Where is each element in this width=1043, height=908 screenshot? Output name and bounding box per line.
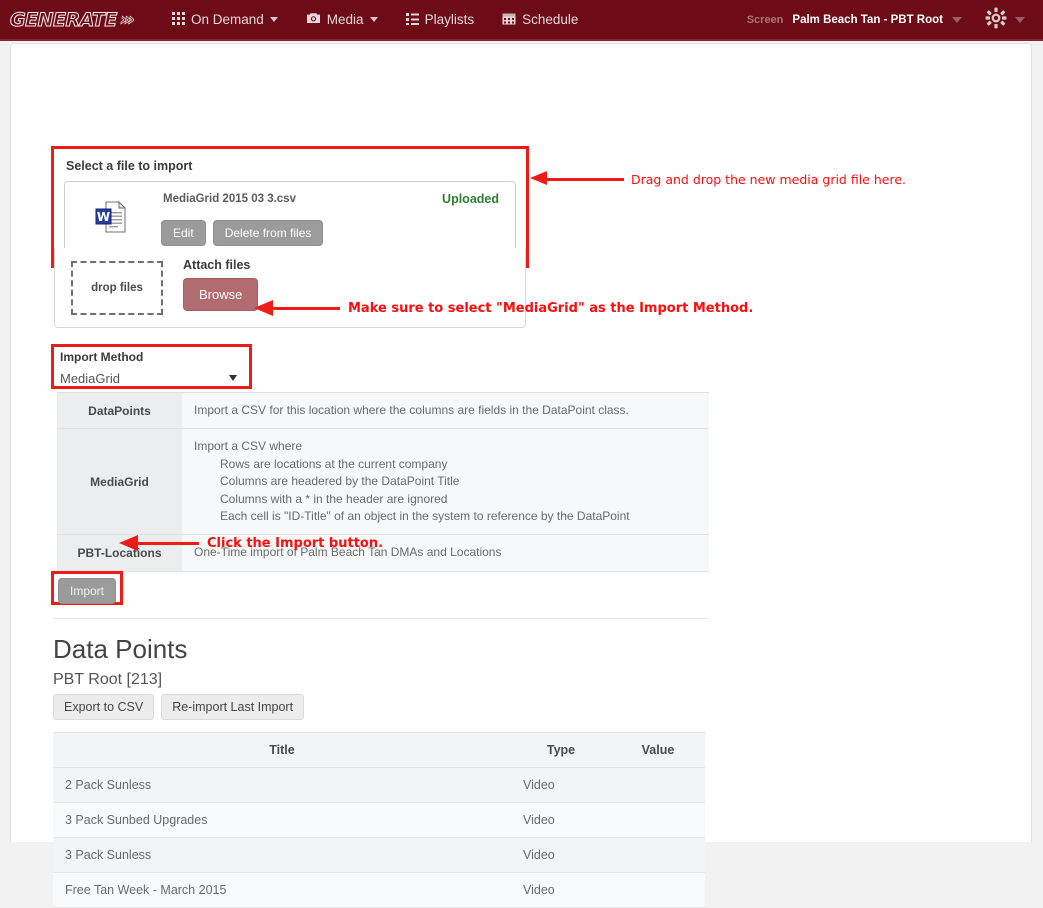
cell-title: Free Tan Week - March 2015 — [53, 872, 511, 908]
import-method-panel: Import Method MediaGrid — [51, 344, 252, 389]
nav-items: On Demand Media Playlists Schedule — [158, 6, 592, 34]
brand-logo[interactable]: GENERATE »› — [10, 8, 136, 31]
cell-type: Video — [511, 872, 611, 908]
table-row[interactable]: 2 Pack Sunless Video — [53, 767, 705, 803]
screen-label: Screen — [746, 13, 784, 26]
calendar-icon — [502, 12, 516, 28]
method-description: Import a CSV where Rows are locations at… — [182, 428, 709, 536]
chevron-down-icon — [229, 375, 237, 381]
annotation-arrow-head — [530, 171, 547, 185]
table-row[interactable]: Free Tan Week - March 2015 Video — [53, 872, 705, 908]
reimport-last-import-button[interactable]: Re-import Last Import — [161, 694, 305, 720]
chevron-down-icon[interactable] — [1015, 16, 1025, 23]
brand-text: GENERATE — [10, 8, 118, 31]
export-to-csv-button[interactable]: Export to CSV — [53, 694, 155, 720]
attach-files-label: Attach files — [183, 258, 251, 272]
annotation-arrow-line — [272, 307, 340, 310]
annotation-text: Click the Import button. — [207, 536, 384, 551]
cell-value — [611, 802, 705, 838]
select-file-title: Select a file to import — [66, 159, 193, 173]
nav-label-schedule: Schedule — [522, 12, 579, 27]
table-row: DataPoints Import a CSV for this locatio… — [57, 391, 709, 430]
data-points-actions: Export to CSV Re-import Last Import — [53, 694, 305, 720]
drop-files-zone[interactable]: drop files — [71, 261, 163, 315]
brand-chevrons-icon: »› — [119, 9, 136, 30]
nav-item-playlists[interactable]: Playlists — [392, 6, 489, 34]
annotation-text: Drag and drop the new media grid file he… — [631, 172, 906, 187]
desc-line: Rows are locations at the current compan… — [220, 456, 448, 471]
column-header-type[interactable]: Type — [511, 732, 611, 768]
word-document-icon: W — [95, 200, 127, 234]
column-header-title[interactable]: Title — [53, 732, 511, 768]
method-name: DataPoints — [57, 391, 182, 430]
cell-title: 2 Pack Sunless — [53, 767, 511, 803]
list-icon — [405, 12, 419, 28]
edit-file-button[interactable]: Edit — [161, 220, 206, 246]
import-method-label: Import Method — [60, 350, 144, 364]
data-points-table: Title Type Value 2 Pack Sunless Video 3 … — [53, 732, 705, 908]
camera-icon — [306, 12, 321, 28]
desc-line: Import a CSV for this location where the… — [194, 403, 629, 417]
screen-selector-value[interactable]: Palm Beach Tan - PBT Root — [792, 14, 943, 26]
chevron-down-icon — [369, 17, 378, 22]
nav-label-playlists: Playlists — [424, 12, 475, 27]
cell-type: Video — [511, 837, 611, 873]
table-row[interactable]: 3 Pack Sunbed Upgrades Video — [53, 802, 705, 838]
table-row: MediaGrid Import a CSV where Rows are lo… — [57, 428, 709, 536]
top-navbar: GENERATE »› On Demand Media Playlists Sc… — [0, 0, 1043, 41]
annotation-arrow-line — [137, 542, 199, 545]
chevron-down-icon — [269, 17, 278, 22]
cell-value — [611, 837, 705, 873]
page-title: Data Points — [53, 634, 188, 664]
navbar-right: Screen Palm Beach Tan - PBT Root — [747, 7, 1031, 32]
cell-type: Video — [511, 767, 611, 803]
cell-title: 3 Pack Sunless — [53, 837, 511, 873]
import-method-value: MediaGrid — [60, 371, 120, 386]
annotation-arrow-head — [254, 300, 273, 316]
file-status-badge: Uploaded — [442, 192, 499, 206]
attach-files-row: drop files Attach files Browse — [54, 248, 526, 328]
file-actions: Edit Delete from files — [161, 220, 324, 246]
page-subtitle: PBT Root [213] — [53, 671, 163, 688]
table-header-row: Title Type Value — [53, 732, 705, 768]
annotation-arrow-line — [546, 178, 624, 181]
import-button-highlight: Import — [51, 571, 123, 605]
nav-label-media: Media — [326, 12, 364, 27]
cell-title: 3 Pack Sunbed Upgrades — [53, 802, 511, 838]
method-name: MediaGrid — [57, 428, 182, 536]
cell-type: Video — [511, 802, 611, 838]
grid-icon — [171, 11, 185, 28]
nav-label-on-demand: On Demand — [190, 12, 264, 27]
delete-file-button[interactable]: Delete from files — [212, 220, 324, 246]
section-divider — [53, 618, 708, 619]
desc-line: Columns are headered by the DataPoint Ti… — [220, 474, 460, 489]
column-header-value[interactable]: Value — [611, 732, 705, 768]
table-row[interactable]: 3 Pack Sunless Video — [53, 837, 705, 873]
desc-line: Columns with a * in the header are ignor… — [220, 491, 448, 506]
annotation-arrow-head — [119, 535, 138, 551]
chevron-down-icon[interactable] — [952, 16, 962, 23]
import-method-select[interactable]: MediaGrid — [60, 371, 243, 386]
import-button[interactable]: Import — [58, 578, 117, 604]
nav-item-on-demand[interactable]: On Demand — [158, 6, 292, 34]
cell-value — [611, 872, 705, 908]
browse-button[interactable]: Browse — [183, 278, 259, 311]
method-description: Import a CSV for this location where the… — [182, 391, 709, 430]
cell-value — [611, 767, 705, 803]
file-name: MediaGrid 2015 03 3.csv — [163, 193, 296, 205]
desc-line: Each cell is "ID-Title" of an object in … — [220, 508, 630, 523]
gear-icon[interactable] — [985, 7, 1007, 32]
svg-text:W: W — [97, 210, 110, 224]
desc-line: Import a CSV where — [194, 439, 303, 454]
annotation-text: Make sure to select "MediaGrid" as the I… — [348, 301, 754, 316]
page-card: Select a file to import W MediaGrid 2015… — [10, 43, 1032, 908]
uploaded-file-row: W MediaGrid 2015 03 3.csv Uploaded Edit … — [64, 181, 516, 255]
nav-item-schedule[interactable]: Schedule — [488, 6, 592, 34]
nav-item-media[interactable]: Media — [292, 6, 392, 34]
